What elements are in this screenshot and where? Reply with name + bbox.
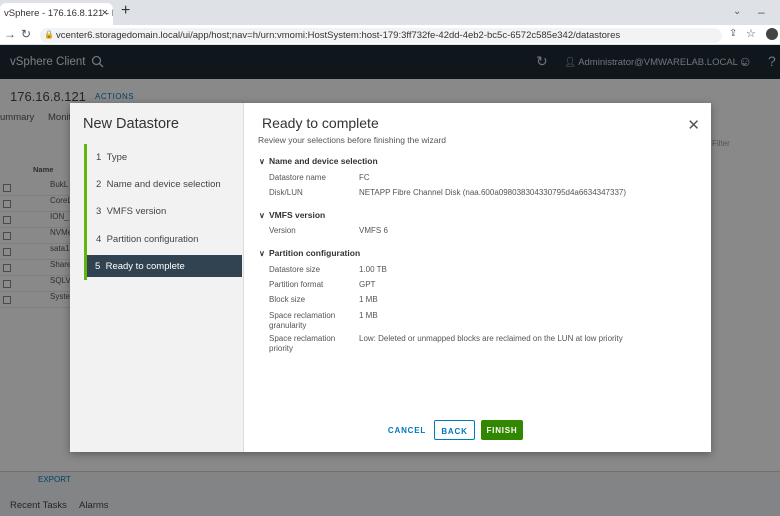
cancel-button[interactable]: CANCEL [387,420,427,440]
browser-tab-bar: vSphere - 176.16.8.121 - Datasto × + ⌄ – [0,0,780,25]
section-partition[interactable]: ∨ Partition configuration [259,248,360,258]
section-name-device[interactable]: ∨ Name and device selection [259,156,378,166]
close-icon[interactable]: ✕ [687,116,700,134]
new-datastore-dialog: New Datastore 1 Type 2 Name and device s… [70,103,711,452]
granularity-value: 1 MB [359,311,378,320]
priority-label: Space reclamation priority [269,334,336,353]
datastore-name-value: FC [359,173,370,182]
profile-avatar[interactable] [766,28,778,40]
version-label: Version [269,226,296,235]
datastore-size-value: 1.00 TB [359,265,387,274]
browser-tab-title: vSphere - 176.16.8.121 - Datasto [4,8,113,19]
wizard-step-type[interactable]: 1 Type [88,146,242,168]
wizard-step-partition[interactable]: 4 Partition configuration [88,228,242,250]
chevron-down-icon[interactable]: ⌄ [733,6,741,17]
partition-format-label: Partition format [269,280,324,289]
browser-tab[interactable]: vSphere - 176.16.8.121 - Datasto × [0,3,113,25]
datastore-name-label: Datastore name [269,173,326,182]
block-size-label: Block size [269,295,306,304]
wizard-content: Ready to complete ✕ Review your selectio… [245,103,711,452]
page-subtitle: Review your selections before finishing … [258,135,447,145]
new-tab-button[interactable]: + [121,2,130,20]
wizard-step-ready[interactable]: 5 Ready to complete [87,255,242,277]
close-tab-icon[interactable]: × [102,7,108,19]
wizard-title: New Datastore [83,116,179,132]
disk-label: Disk/LUN [269,188,303,197]
finish-button[interactable]: FINISH [481,420,523,440]
partition-format-value: GPT [359,280,376,289]
version-value: VMFS 6 [359,226,388,235]
section-vmfs[interactable]: ∨ VMFS version [259,210,325,220]
datastore-size-label: Datastore size [269,265,321,274]
priority-value: Low: Deleted or unmapped blocks are recl… [359,334,623,343]
address-bar: → ↻ 🔒 vcenter6.storagedomain.local/ui/ap… [0,25,780,45]
wizard-step-name-device[interactable]: 2 Name and device selection [88,173,242,195]
reload-icon[interactable]: ↻ [21,27,31,41]
forward-arrow-icon[interactable]: → [4,27,16,41]
lock-icon: 🔒 [44,30,54,39]
block-size-value: 1 MB [359,295,378,304]
page-title: Ready to complete [262,115,379,131]
url-text: vcenter6.storagedomain.local/ui/app/host… [56,30,621,41]
chevron-down-icon: ∨ [259,211,265,220]
star-icon[interactable]: ☆ [746,27,756,40]
chevron-down-icon: ∨ [259,249,265,258]
back-button[interactable]: BACK [434,420,475,440]
wizard-step-vmfs-version[interactable]: 3 VMFS version [88,200,242,222]
minimize-icon[interactable]: – [758,5,765,19]
granularity-label: Space reclamation granularity [269,311,336,330]
url-field[interactable]: 🔒 vcenter6.storagedomain.local/ui/app/ho… [40,28,722,43]
chevron-down-icon: ∨ [259,157,265,166]
share-icon[interactable]: ⇪ [729,28,737,39]
wizard-steps-panel: New Datastore 1 Type 2 Name and device s… [70,103,244,452]
disk-value: NETAPP Fibre Channel Disk (naa.600a09803… [359,188,627,197]
